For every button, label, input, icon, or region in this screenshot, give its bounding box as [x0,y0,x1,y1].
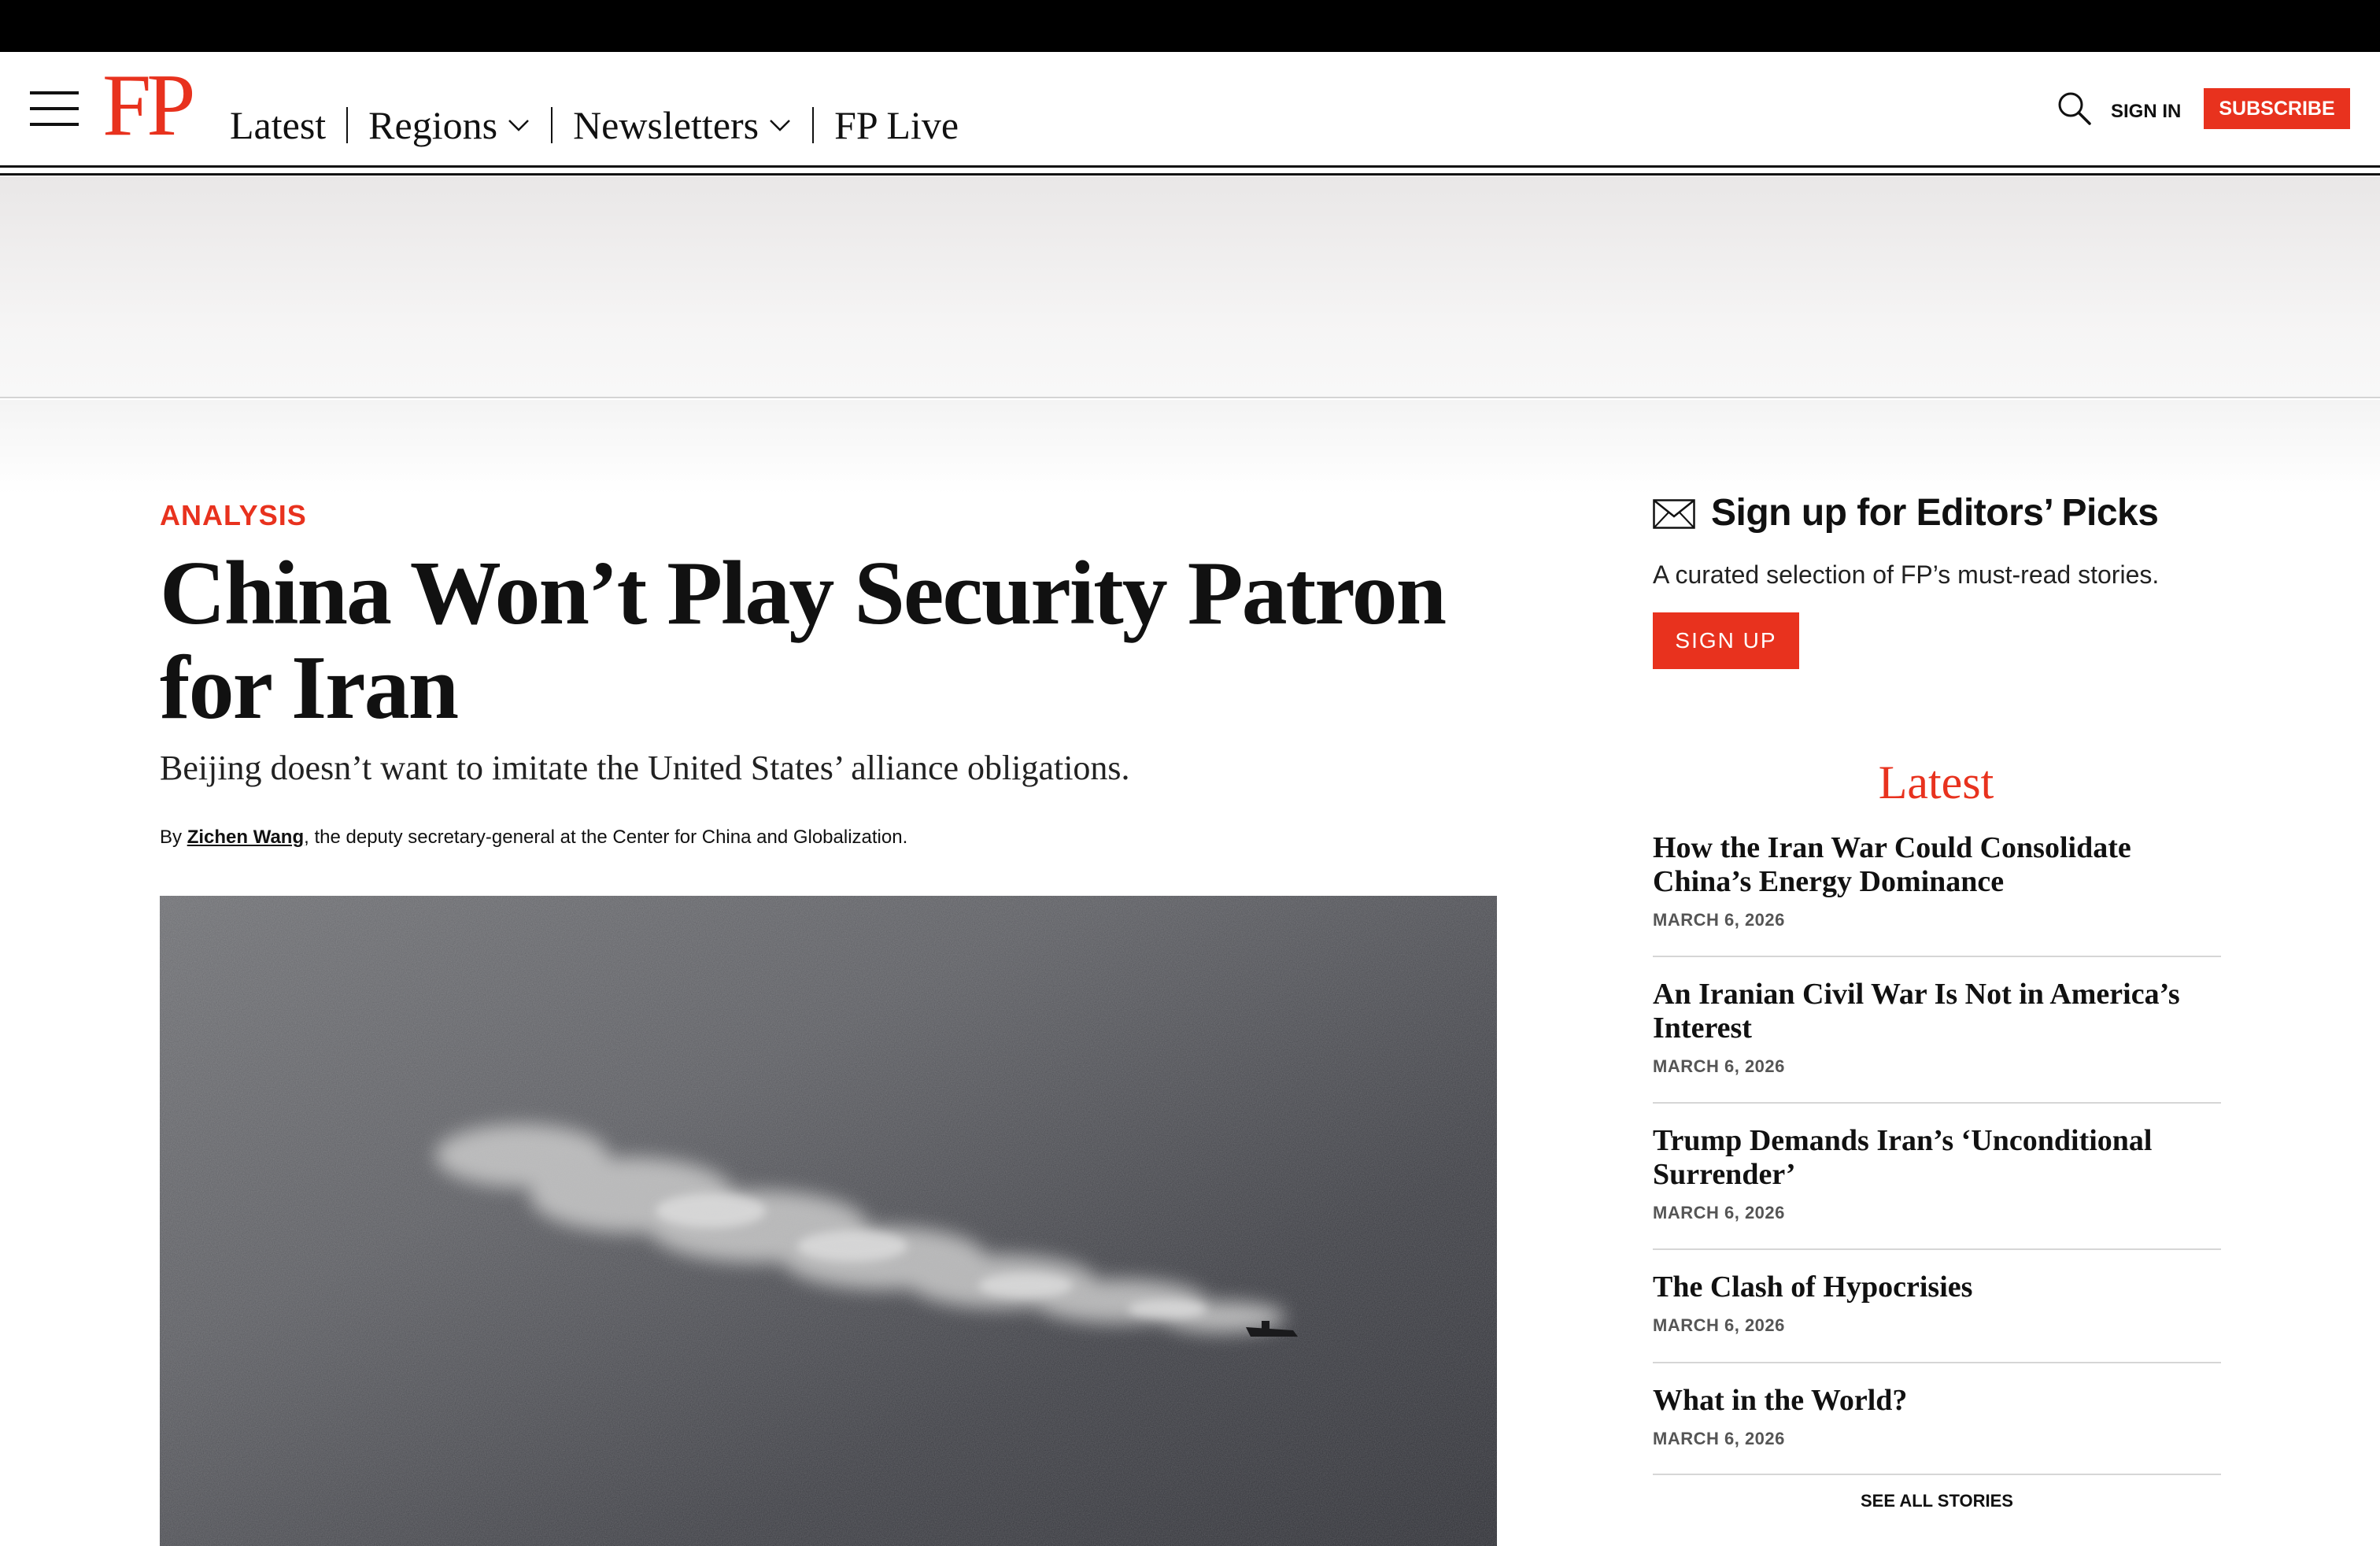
ad-shadow [0,400,2380,494]
author-description: , the deputy secretary-general at the Ce… [304,827,908,848]
latest-item-title[interactable]: What in the World? [1653,1384,2221,1418]
envelope-icon [1653,499,1695,529]
chevron-down-icon [770,120,791,131]
fp-logo[interactable]: FP [102,58,196,153]
article-headline: China Won’t Play Security Patron for Ira… [160,543,1447,738]
nav-item-latest[interactable]: Latest [230,102,326,148]
nav-item-label: FP Live [834,103,959,147]
latest-item-title[interactable]: The Clash of Hypocrisies [1653,1270,2221,1304]
latest-heading: Latest [1878,756,1994,808]
sign-in-link[interactable]: SIGN IN [2111,98,2181,126]
latest-list: How the Iran War Could Consolidate China… [1653,831,2221,1475]
latest-item-date: MARCH 6, 2026 [1653,1056,1785,1076]
nav-separator [346,107,349,143]
search-icon[interactable] [2056,90,2092,126]
latest-item-date: MARCH 6, 2026 [1653,1429,1785,1448]
nav-item-newsletters[interactable]: Newsletters [573,102,792,148]
latest-item-date: MARCH 6, 2026 [1653,1315,1785,1335]
ad-banner [0,176,2380,398]
nav-item-label: Newsletters [573,103,759,147]
nav-separator [812,107,815,143]
article-dek: Beijing doesn’t want to imitate the Unit… [160,749,1130,787]
latest-item-date: MARCH 6, 2026 [1653,1203,1785,1222]
list-item[interactable]: Trump Demands Iran’s ‘Unconditional Surr… [1653,1104,2221,1250]
nav-item-regions[interactable]: Regions [368,102,530,148]
nav-item-fp-live[interactable]: FP Live [834,102,959,148]
list-item[interactable]: What in the World? MARCH 6, 2026 [1653,1363,2221,1475]
top-black-bar [0,0,2380,52]
see-all-stories-link[interactable]: SEE ALL STORIES [1653,1491,2221,1511]
latest-item-date: MARCH 6, 2026 [1653,910,1785,930]
hero-image [160,896,1497,1546]
header-divider [0,165,2380,168]
signup-description: A curated selection of FP’s must-read st… [1653,560,2160,589]
sign-up-button[interactable]: SIGN UP [1653,612,1799,669]
hamburger-menu-icon[interactable] [30,88,79,129]
list-item[interactable]: An Iranian Civil War Is Not in America’s… [1653,957,2221,1104]
latest-item-title[interactable]: How the Iran War Could Consolidate China… [1653,831,2221,899]
article-byline: By Zichen Wang, the deputy secretary-gen… [160,827,907,849]
latest-item-title[interactable]: Trump Demands Iran’s ‘Unconditional Surr… [1653,1124,2221,1192]
main-nav: Latest Regions Newsletters FP Live [230,98,959,153]
list-item[interactable]: How the Iran War Could Consolidate China… [1653,831,2221,957]
nav-separator [551,107,553,143]
nav-item-label: Latest [230,103,327,147]
latest-item-title[interactable]: An Iranian Civil War Is Not in America’s… [1653,978,2221,1045]
author-link[interactable]: Zichen Wang [187,827,304,848]
byline-prefix: By [160,827,187,848]
article-kicker[interactable]: ANALYSIS [160,499,307,532]
signup-title: Sign up for Editors’ Picks [1711,492,2159,534]
nav-item-label: Regions [368,103,498,147]
subscribe-button[interactable]: SUBSCRIBE [2204,88,2350,129]
hero-photo-ship-smoke [160,896,1497,1546]
header-divider [0,173,2380,176]
list-item[interactable]: The Clash of Hypocrisies MARCH 6, 2026 [1653,1250,2221,1363]
chevron-down-icon [508,120,529,131]
